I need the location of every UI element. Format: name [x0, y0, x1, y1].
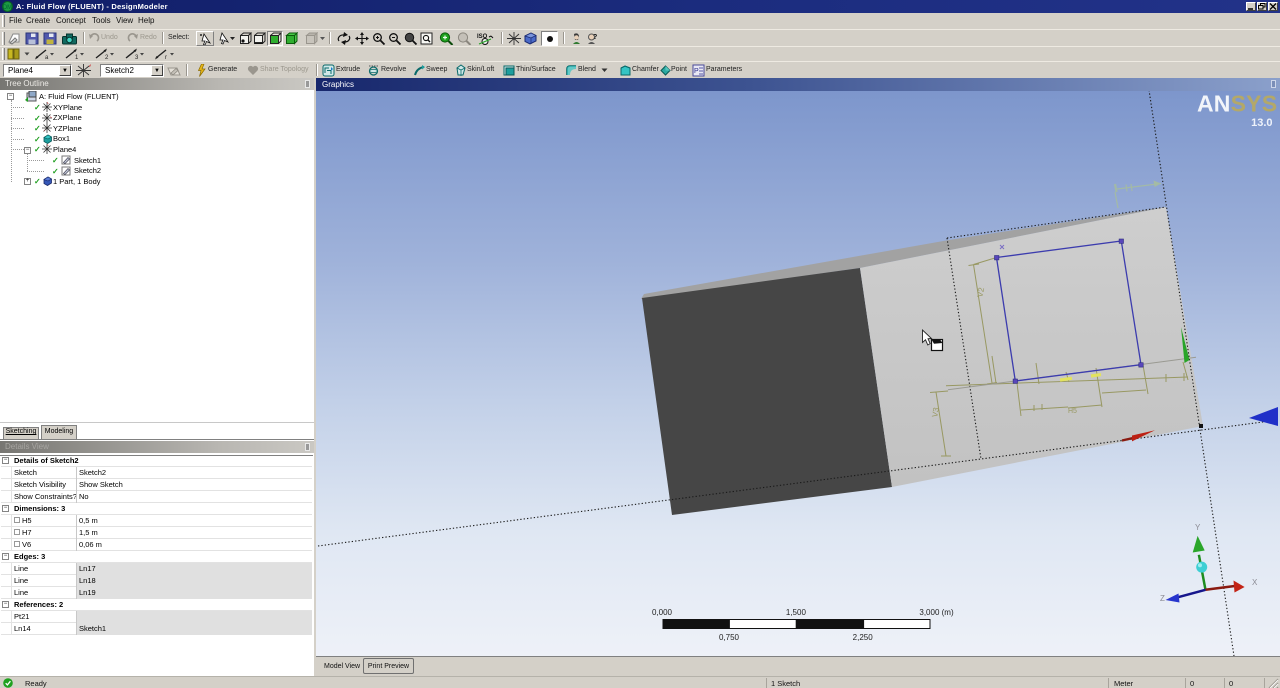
svg-text:13.0: 13.0 [1251, 117, 1272, 129]
svg-text:2: 2 [105, 55, 109, 60]
svg-text:P: P [694, 68, 699, 75]
svg-text:3,000 (m): 3,000 (m) [919, 608, 954, 617]
svg-text:?: ? [593, 34, 597, 41]
svg-text:Y: Y [1195, 523, 1201, 532]
svg-text:2,250: 2,250 [853, 633, 874, 642]
svg-text:ANSYS: ANSYS [1197, 91, 1277, 117]
svg-text:H5: H5 [1068, 408, 1077, 415]
svg-text:0,000: 0,000 [652, 608, 673, 617]
svg-text:0,750: 0,750 [719, 633, 740, 642]
svg-text:1: 1 [75, 55, 79, 60]
svg-text:DM: DM [3, 5, 12, 11]
svg-text:r: r [165, 55, 167, 60]
svg-text:X: X [1252, 578, 1258, 587]
svg-text:Z: Z [1160, 594, 1165, 603]
svg-text:1,500: 1,500 [786, 608, 807, 617]
svg-text:3: 3 [135, 55, 139, 60]
svg-text:a: a [45, 55, 49, 60]
